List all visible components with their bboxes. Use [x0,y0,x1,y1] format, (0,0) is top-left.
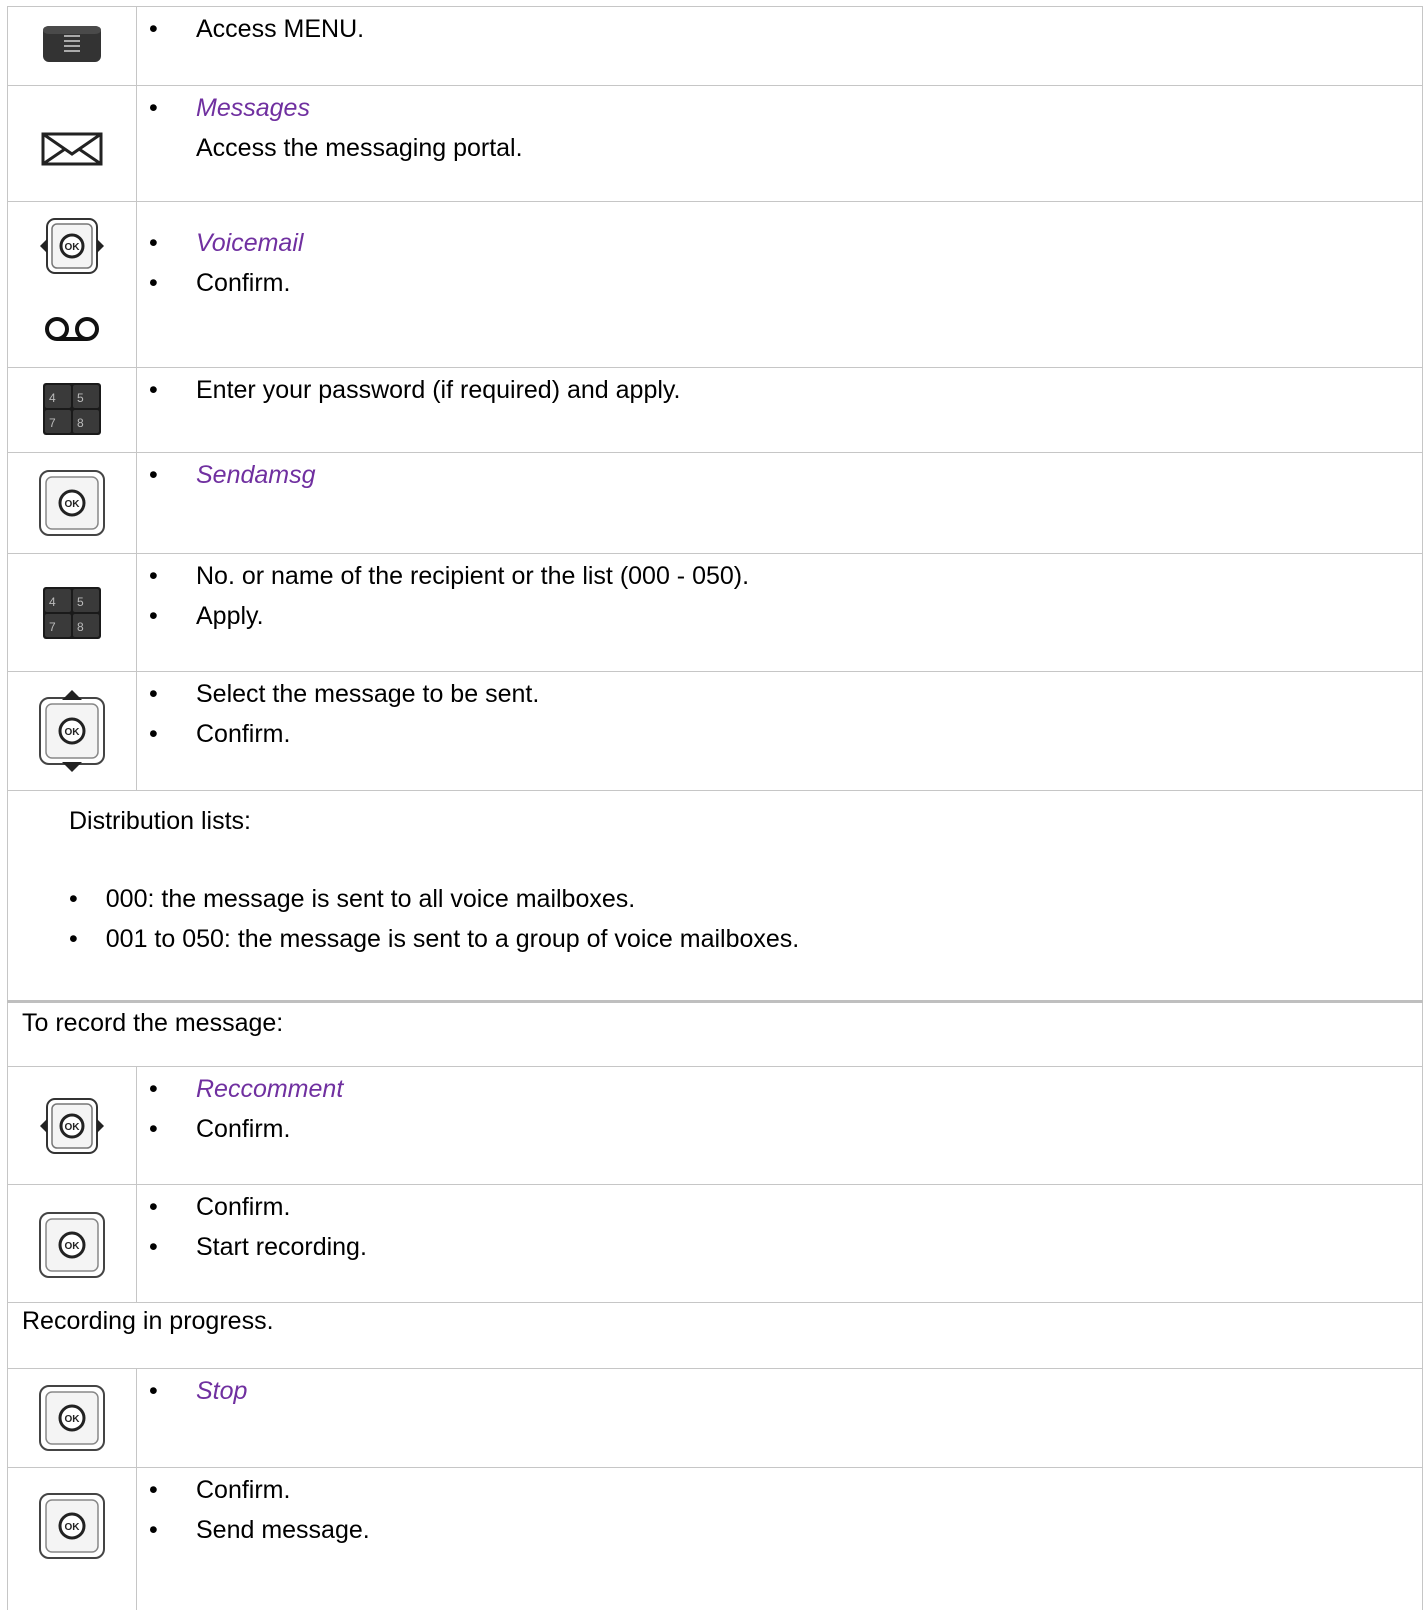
ok-button-icon: OK [7,469,136,537]
step-row: OK • Reccomment • Confirm. [7,1066,1423,1184]
svg-text:8: 8 [77,620,84,634]
list-item: • Enter your password (if required) and a… [149,376,681,404]
list-item: • 000: the message is sent to all voice m… [69,885,636,913]
svg-text:OK: OK [64,242,80,253]
list-item: • Stop [149,1377,248,1405]
envelope-icon [7,132,136,166]
svg-text:OK: OK [64,499,80,510]
svg-text:OK: OK [64,1414,80,1425]
step-row: OK • Select the message to be sent. • Conf… [7,671,1423,790]
list-item: • Start recording. [149,1233,367,1261]
list-item: • Send message. [149,1516,370,1544]
menu-key-icon [7,24,136,64]
svg-text:4: 4 [49,595,56,609]
distribution-title: Distribution lists: [69,807,251,835]
ok-left-right-nav-icon: OK [7,1097,136,1155]
document-table: • Access MENU. • Messages Access the messa… [7,6,1423,1610]
list-item: • No. or name of the recipient or the lis… [149,562,750,590]
svg-text:4: 4 [49,391,56,405]
list-item: • 001 to 050: the message is sent to a gr… [69,925,800,953]
list-item: • Access MENU. [149,15,365,43]
keypad-icon: 4 5 7 8 [7,587,136,639]
list-item: • Confirm. [149,1476,291,1504]
keypad-icon: 4 5 7 8 [7,383,136,435]
svg-text:OK: OK [64,727,80,738]
status-row: Recording in progress. [7,1302,1423,1368]
progress-text: Recording in progress. [22,1307,274,1335]
list-item-text: Access the messaging portal. [196,134,523,162]
step-row: OK • Confirm. • Send message. [7,1467,1423,1610]
svg-text:8: 8 [77,416,84,430]
section-header-row: To record the message: [7,1000,1423,1066]
list-item: • Select the message to be sent. [149,680,540,708]
step-row: • Messages Access the messaging portal. [7,85,1423,201]
list-item: • Reccomment [149,1075,344,1103]
step-row: OK • Stop [7,1368,1423,1467]
list-item: • Confirm. [149,1193,291,1221]
list-item: • Sendamsg [149,461,316,489]
list-item: • Messages [149,94,310,122]
ok-button-icon: OK [7,1384,136,1452]
step-row: • Access MENU. [7,6,1423,85]
svg-text:OK: OK [64,1122,80,1133]
svg-text:7: 7 [49,416,56,430]
ok-button-icon: OK [7,1492,136,1560]
step-row: OK • Confirm. • Start recording. [7,1184,1423,1302]
list-item: • Confirm. [149,269,291,297]
svg-text:OK: OK [64,1241,80,1252]
distribution-lists-row: Distribution lists: • 000: the message is… [7,790,1423,1000]
voicemail-icon [7,316,136,342]
svg-text:5: 5 [77,391,84,405]
ok-button-icon: OK [7,1211,136,1279]
ok-left-right-nav-icon: OK [7,217,136,275]
list-item: • Apply. [149,602,264,630]
step-row: OK • Voicemail • Confirm. [7,201,1423,367]
ok-up-down-nav-icon: OK [7,689,136,773]
svg-text:5: 5 [77,595,84,609]
svg-text:7: 7 [49,620,56,634]
step-row: 4 5 7 8 • Enter your password (if required)… [7,367,1423,452]
list-item: • Voicemail [149,229,304,257]
step-row: OK • Sendamsg [7,452,1423,553]
svg-text:OK: OK [64,1522,80,1533]
list-item: • Confirm. [149,720,291,748]
record-header: To record the message: [22,1009,284,1037]
step-row: 4 5 7 8 • No. or name of the recipient or t… [7,553,1423,671]
list-item: • Confirm. [149,1115,291,1143]
